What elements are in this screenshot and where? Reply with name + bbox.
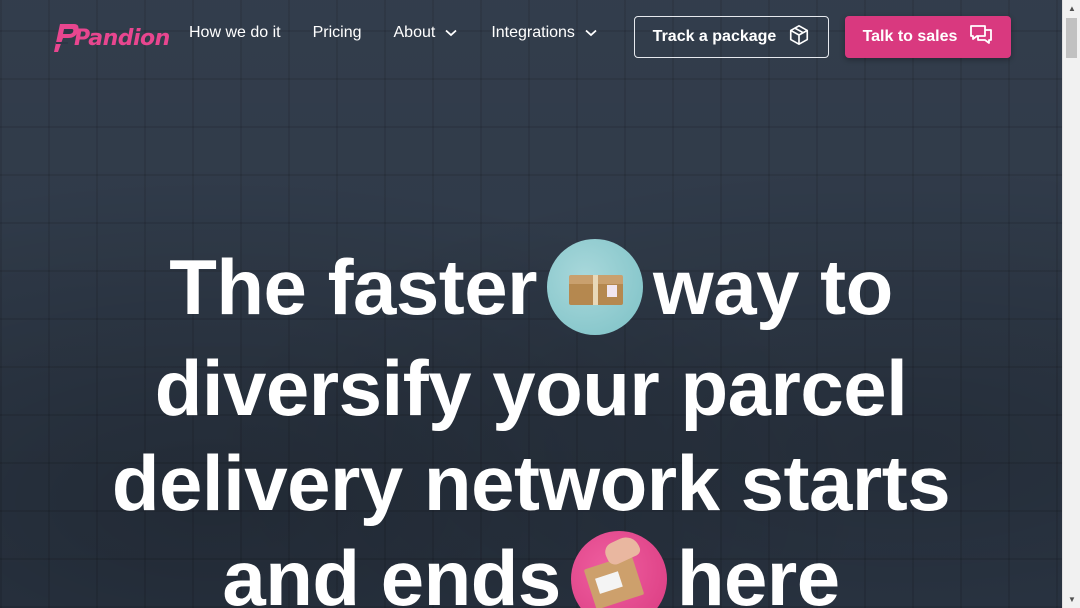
talk-to-sales-button[interactable]: Talk to sales (845, 16, 1011, 58)
hero-text-4a: and ends (222, 534, 561, 608)
nav-about[interactable]: About (394, 24, 458, 42)
hero-text-4b: here (676, 534, 840, 608)
page: Pandion How we do it Pricing About Integ… (0, 0, 1062, 608)
scrollbar-thumb[interactable] (1066, 18, 1077, 58)
hero-line-1: The faster way to (0, 239, 1062, 341)
track-package-button[interactable]: Track a package (634, 16, 829, 58)
hero-line-4: and ends here (0, 530, 1062, 608)
chevron-down-icon (585, 24, 597, 42)
chat-icon (969, 24, 993, 51)
scroll-up-arrow-icon[interactable]: ▲ (1063, 0, 1080, 17)
hero-text-1b: way to (653, 243, 893, 331)
nav-how-we-do-it[interactable]: How we do it (189, 24, 281, 42)
site-header: Pandion How we do it Pricing About Integ… (0, 0, 1062, 76)
pandion-logo[interactable]: Pandion (54, 18, 170, 58)
track-package-label: Track a package (652, 28, 777, 45)
hero-text-1a: The faster (169, 243, 538, 331)
main-nav: How we do it Pricing About Integrations (189, 24, 597, 42)
scroll-down-arrow-icon[interactable]: ▼ (1063, 591, 1080, 608)
logo-text: Pandion (74, 25, 170, 51)
nav-integrations[interactable]: Integrations (491, 24, 597, 42)
hero-line-3: delivery network starts (111, 439, 951, 528)
nav-pricing[interactable]: Pricing (313, 24, 362, 42)
nav-how-we-do-it-label: How we do it (189, 24, 281, 41)
nav-about-label: About (393, 24, 436, 41)
hero-line-2: diversify your parcel (154, 344, 908, 433)
hero-heading: The faster way to diversify your parcel d… (0, 239, 1062, 608)
talk-to-sales-label: Talk to sales (862, 28, 958, 45)
parcel-box-image (547, 239, 644, 336)
hand-with-parcel-image (570, 530, 667, 608)
nav-integrations-label: Integrations (491, 24, 575, 41)
package-icon (788, 24, 810, 51)
vertical-scrollbar[interactable]: ▲ ▼ (1062, 0, 1080, 608)
chevron-down-icon (445, 24, 457, 42)
nav-pricing-label: Pricing (312, 24, 362, 41)
